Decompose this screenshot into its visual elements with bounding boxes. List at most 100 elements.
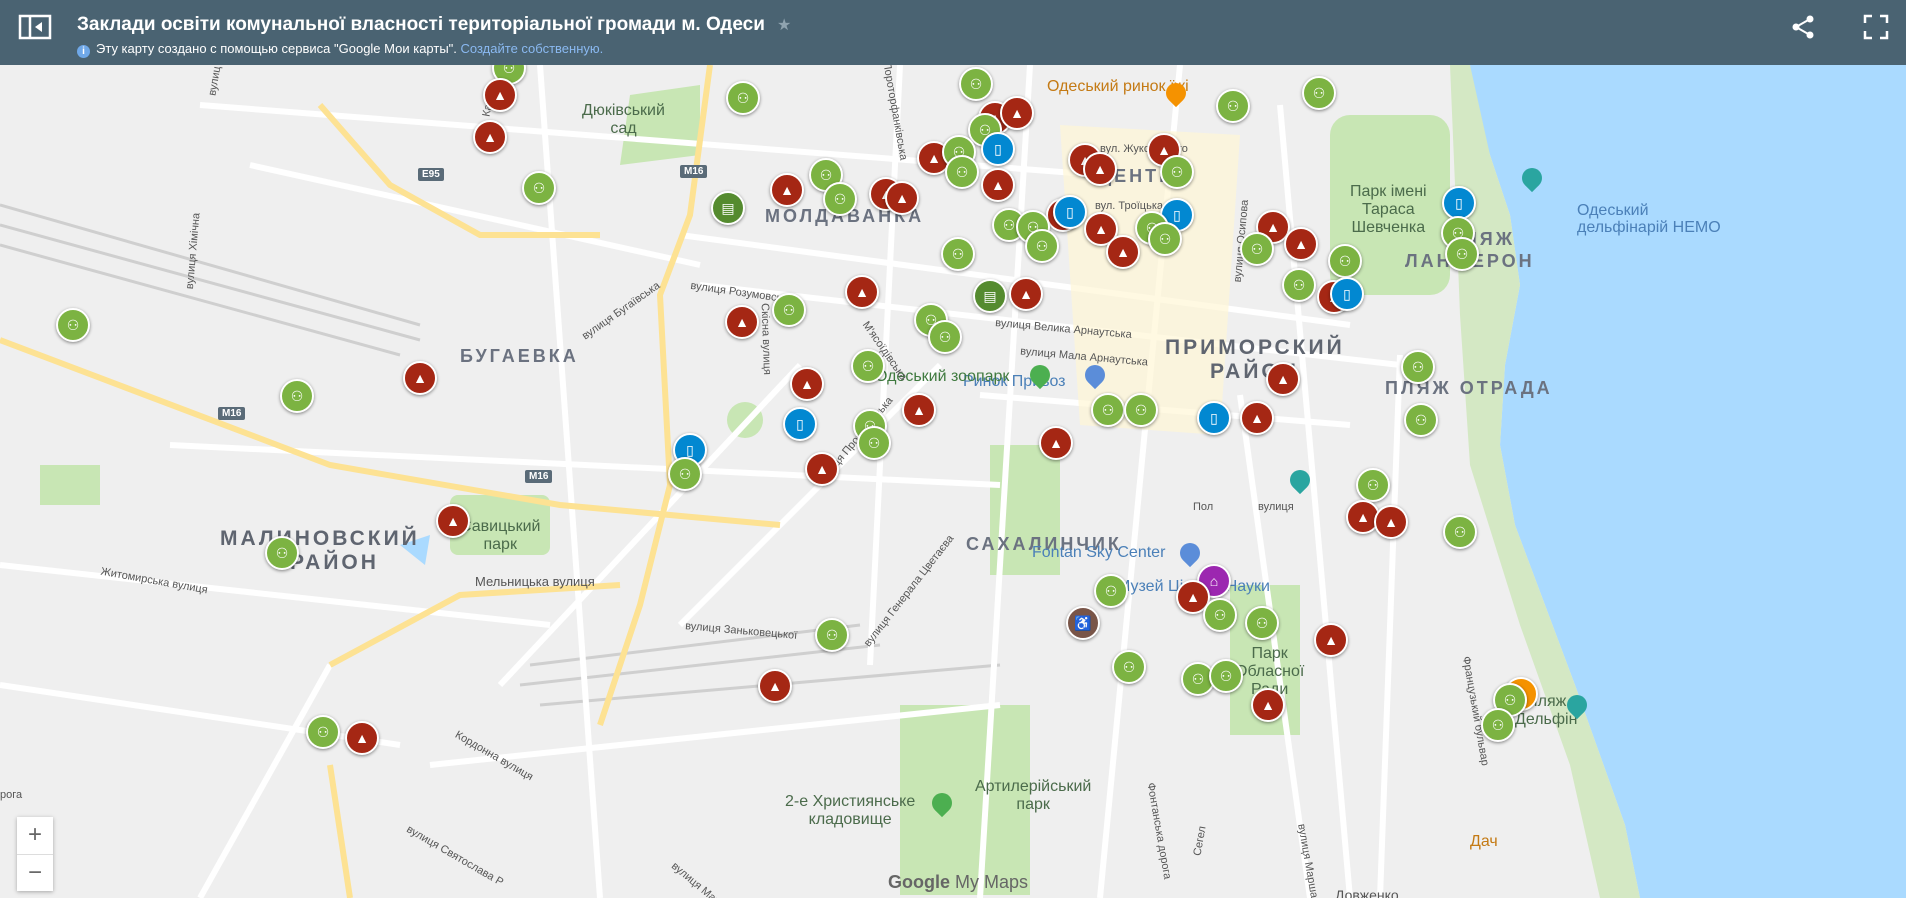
zoom-out-button[interactable]: −	[17, 855, 53, 892]
marker[interactable]: ▲	[1284, 227, 1318, 261]
marker[interactable]: ▲	[758, 669, 792, 703]
marker[interactable]: ▲	[885, 181, 919, 215]
zoom-in-button[interactable]: +	[17, 817, 53, 855]
marker[interactable]: ▲	[1000, 96, 1034, 130]
marker[interactable]: ▲	[1314, 623, 1348, 657]
marker[interactable]: ▲	[1240, 401, 1274, 435]
marker[interactable]: ⚇	[1245, 606, 1279, 640]
district-bugaevka: БУГАЕВКА	[460, 346, 579, 366]
marker[interactable]: ▲	[805, 452, 839, 486]
marker[interactable]: ▲	[725, 305, 759, 339]
marker[interactable]: ⚇	[1481, 708, 1515, 742]
marker[interactable]: ⚇	[1282, 268, 1316, 302]
marker[interactable]: ▯	[1330, 277, 1364, 311]
marker[interactable]: ⚇	[726, 81, 760, 115]
marker[interactable]: ▲	[1266, 362, 1300, 396]
route-shield-m16: M16	[525, 470, 553, 483]
marker[interactable]: ⚇	[928, 320, 962, 354]
map-basemap	[0, 65, 1906, 898]
marker[interactable]: ⚇	[1302, 76, 1336, 110]
info-icon: i	[77, 45, 90, 58]
street-skisna: Скісна вулиця	[758, 302, 774, 376]
marker[interactable]: ⚇	[1124, 393, 1158, 427]
marker[interactable]: ▲	[1009, 277, 1043, 311]
cemetery-label: 2-е Християнське кладовище	[785, 793, 916, 828]
marker[interactable]: ⚇	[851, 349, 885, 383]
marker[interactable]: ⚇	[1112, 650, 1146, 684]
marker[interactable]: ⚇	[1094, 574, 1128, 608]
marker[interactable]: ▯	[981, 132, 1015, 166]
marker[interactable]: ⚇	[941, 237, 975, 271]
district-malinovsky-2: РАЙОН	[290, 551, 379, 574]
marker[interactable]: ▲	[1106, 235, 1140, 269]
route-shield-m16: M16	[680, 165, 708, 178]
marker[interactable]: ⚇	[522, 171, 556, 205]
marker[interactable]: ⚇	[1203, 598, 1237, 632]
marker[interactable]: ▲	[436, 504, 470, 538]
marker[interactable]: ▲	[345, 721, 379, 755]
map-title: Заклади освіти комунальної власності тер…	[77, 14, 765, 35]
district-malinovsky: МАЛИНОВСКИЙ	[220, 527, 420, 550]
street-left-edge: рога	[0, 789, 23, 801]
marker[interactable]: ▲	[1374, 505, 1408, 539]
marker[interactable]: ⚇	[1025, 229, 1059, 263]
marker[interactable]: ▲	[770, 173, 804, 207]
route-shield-e95: E95	[418, 168, 444, 181]
park-dyukivsky: Дюківський сад	[582, 102, 665, 137]
marker[interactable]: ▯	[1053, 195, 1087, 229]
marker[interactable]: ▲	[790, 367, 824, 401]
marker[interactable]: ▲	[1039, 426, 1073, 460]
marker[interactable]: ▲	[845, 275, 879, 309]
marker[interactable]: ⚇	[1404, 403, 1438, 437]
fullscreen-icon[interactable]	[1862, 13, 1890, 41]
map-subtitle: i Эту карту создано с помощью сервиса "Go…	[77, 41, 603, 58]
marker[interactable]: ⚇	[1401, 350, 1435, 384]
marker[interactable]: ♿	[1066, 606, 1100, 640]
marker[interactable]: ⚇	[815, 618, 849, 652]
marker[interactable]: ▲	[902, 393, 936, 427]
create-map-link[interactable]: Создайте собственную.	[461, 41, 604, 56]
district-prymorsky: ПРИМОРСКИЙ	[1165, 336, 1345, 359]
map-header: Заклади освіти комунальної власності тер…	[0, 0, 1906, 65]
share-icon[interactable]	[1790, 14, 1816, 40]
marker[interactable]: ⚇	[959, 67, 993, 101]
marker[interactable]: ▤	[973, 279, 1007, 313]
poi-delfinariy[interactable]: Одеський дельфінарій НЕМО	[1577, 202, 1721, 236]
marker[interactable]: ⚇	[1328, 244, 1362, 278]
marker[interactable]: ⚇	[1445, 237, 1479, 271]
marker[interactable]: ▲	[473, 120, 507, 154]
street-pol: Пол	[1193, 501, 1214, 513]
marker[interactable]: ▯	[783, 407, 817, 441]
poi-fontan-sky[interactable]: Fontan Sky Center	[1032, 544, 1165, 562]
street-dovzhenko: Довженко	[1335, 887, 1399, 898]
marker[interactable]: ⚇	[1209, 659, 1243, 693]
star-icon[interactable]: ★	[777, 15, 791, 35]
marker[interactable]: ▯	[1442, 186, 1476, 220]
marker[interactable]: ▲	[1251, 688, 1285, 722]
marker[interactable]: ⚇	[668, 457, 702, 491]
marker[interactable]: ⚇	[823, 182, 857, 216]
marker[interactable]: ▲	[981, 168, 1015, 202]
marker[interactable]: ⚇	[265, 536, 299, 570]
zoom-control: + −	[17, 817, 53, 891]
map-canvas[interactable]: МОЛДАВАНКА ЦЕНТР БУГАЕВКА МАЛИНОВСКИЙ РА…	[0, 65, 1906, 898]
marker[interactable]: ▲	[403, 361, 437, 395]
marker[interactable]: ⚇	[1443, 515, 1477, 549]
marker[interactable]: ⚇	[306, 715, 340, 749]
marker[interactable]: ⚇	[56, 308, 90, 342]
marker[interactable]: ⚇	[857, 426, 891, 460]
marker[interactable]: ⚇	[1091, 393, 1125, 427]
marker[interactable]: ⚇	[1240, 232, 1274, 266]
marker[interactable]: ⚇	[945, 155, 979, 189]
marker[interactable]: ⚇	[1160, 155, 1194, 189]
marker[interactable]: ⚇	[1356, 468, 1390, 502]
marker[interactable]: ⚇	[280, 379, 314, 413]
marker[interactable]: ⚇	[1148, 222, 1182, 256]
marker[interactable]: ▤	[711, 191, 745, 225]
marker[interactable]: ⚇	[772, 293, 806, 327]
marker[interactable]: ▲	[483, 78, 517, 112]
marker[interactable]: ▯	[1197, 401, 1231, 435]
sidebar-toggle-icon[interactable]	[18, 13, 54, 41]
marker[interactable]: ▲	[1083, 152, 1117, 186]
marker[interactable]: ⚇	[1216, 89, 1250, 123]
